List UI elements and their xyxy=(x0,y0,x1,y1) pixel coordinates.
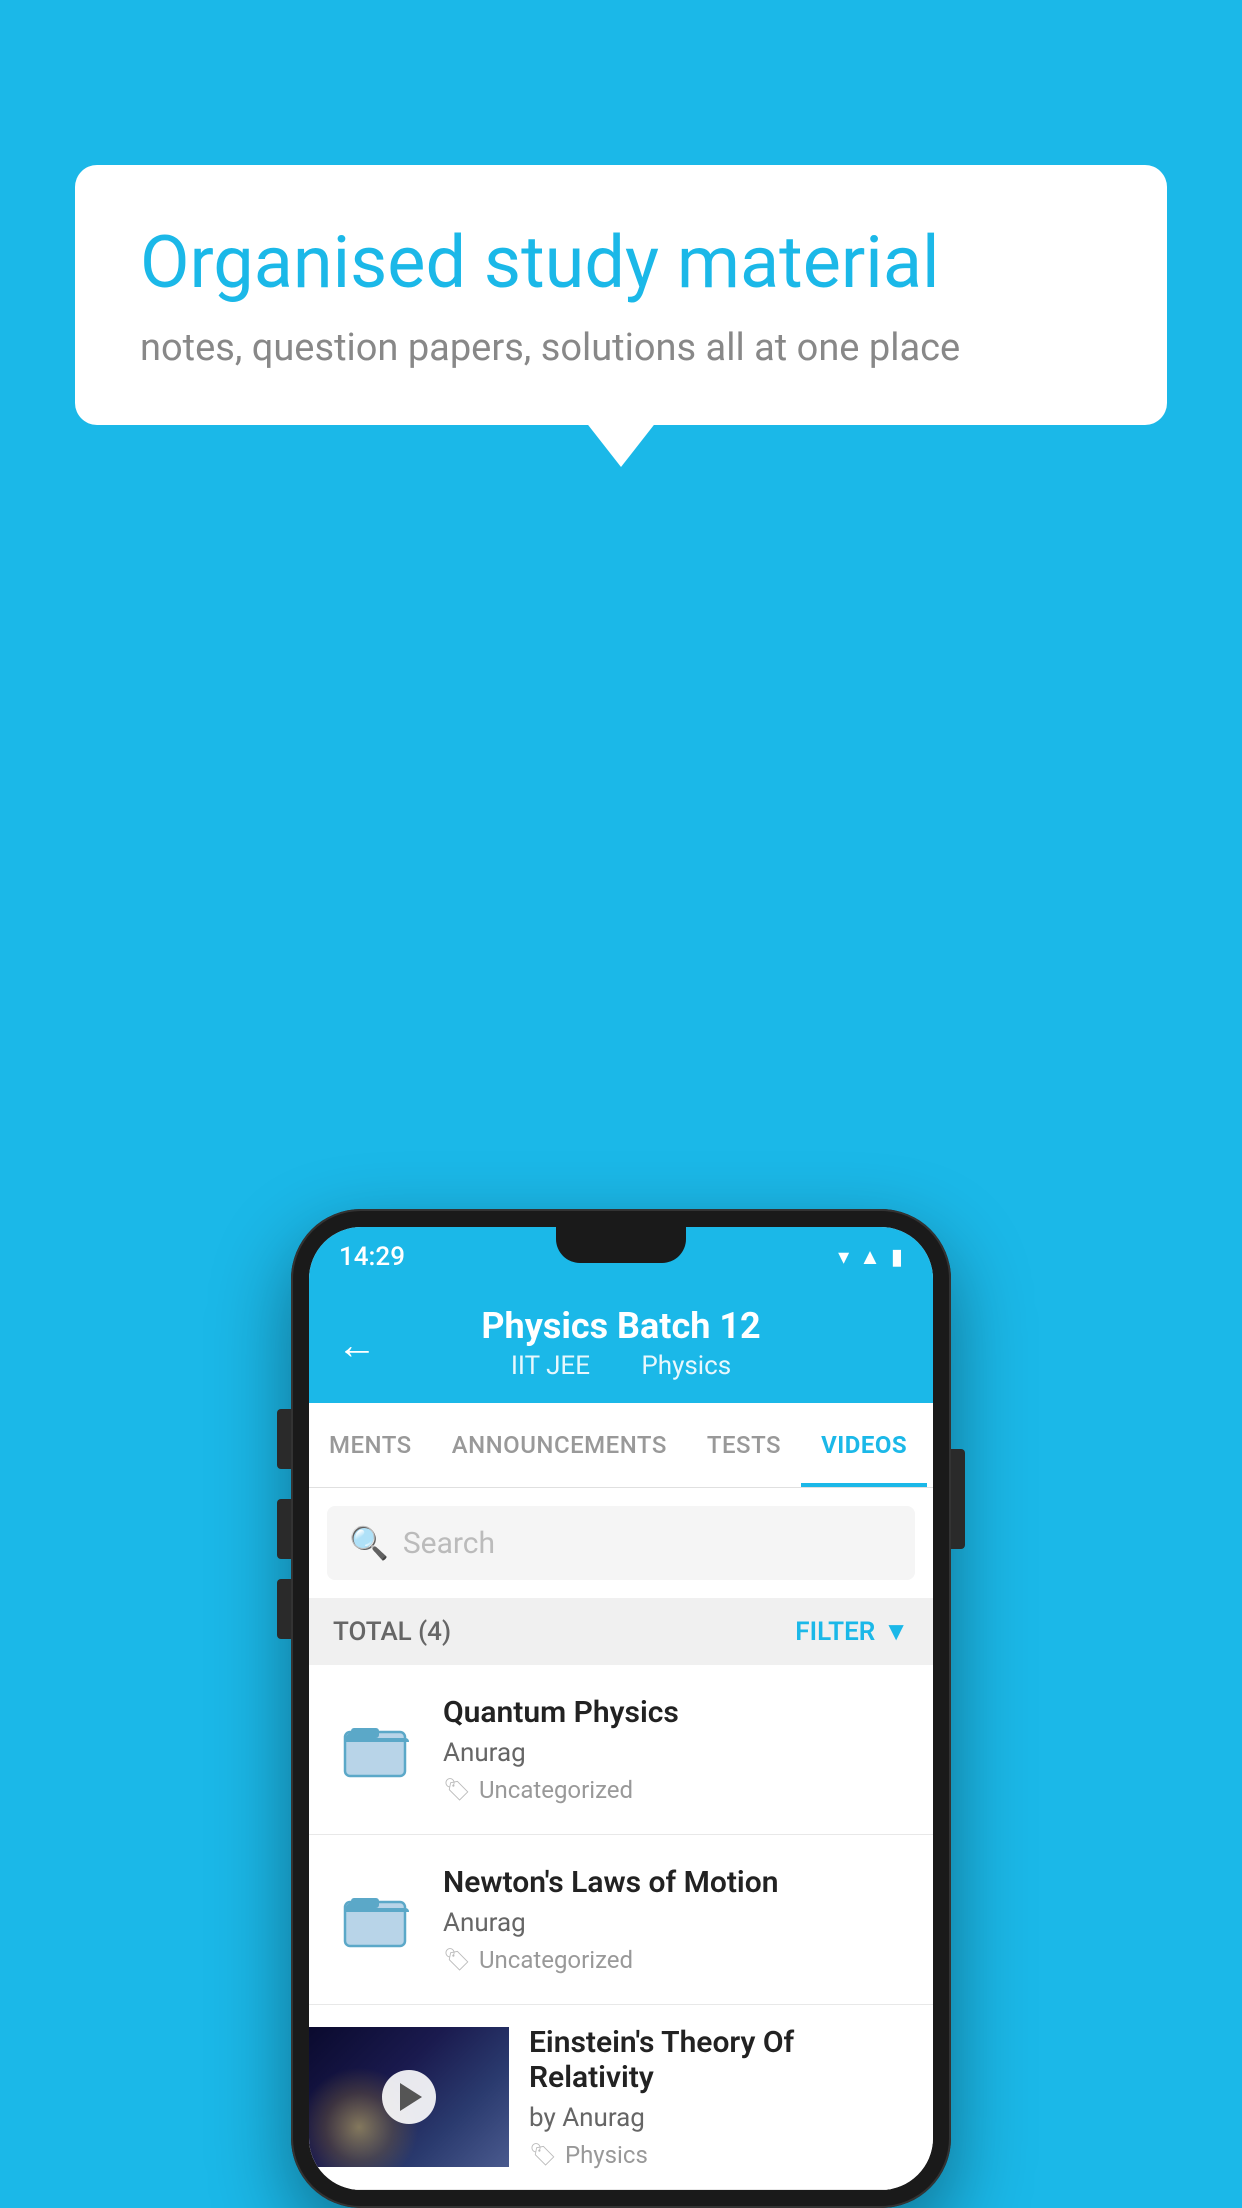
tab-ments[interactable]: MENTS xyxy=(309,1403,432,1487)
speech-bubble-container: Organised study material notes, question… xyxy=(75,165,1167,425)
subtitle-part2: Physics xyxy=(641,1351,731,1381)
speech-bubble-title: Organised study material xyxy=(140,220,1102,306)
back-button[interactable]: ← xyxy=(337,1322,377,1369)
phone-outer-shell: 14:29 ▾ ▲ ▮ ← Physics Batch 12 IIT JEE P… xyxy=(291,1209,951,2208)
video-info-2: Newton's Laws of Motion Anurag 🏷 Uncateg… xyxy=(443,1865,909,1974)
tag-label-2: Uncategorized xyxy=(479,1946,633,1974)
subtitle-part1: IIT JEE xyxy=(511,1351,590,1381)
video-item-1[interactable]: Quantum Physics Anurag 🏷 Uncategorized xyxy=(309,1665,933,1835)
video-tag-3: 🏷 Physics xyxy=(529,2141,913,2169)
video-thumbnail-3 xyxy=(309,2027,509,2167)
search-icon: 🔍 xyxy=(349,1524,389,1562)
video-title-1: Quantum Physics xyxy=(443,1695,909,1730)
video-author-3: by Anurag xyxy=(529,2103,913,2133)
wifi-icon: ▾ xyxy=(838,1245,849,1270)
video-info-1: Quantum Physics Anurag 🏷 Uncategorized xyxy=(443,1695,909,1804)
subtitle-separator xyxy=(612,1351,625,1381)
play-button-3[interactable] xyxy=(382,2070,436,2124)
video-item-3[interactable]: Einstein's Theory Of Relativity by Anura… xyxy=(309,2005,933,2190)
video-info-3: Einstein's Theory Of Relativity by Anura… xyxy=(509,2005,933,2189)
play-triangle-icon xyxy=(400,2083,422,2111)
tag-label-1: Uncategorized xyxy=(479,1776,633,1804)
tag-label-3: Physics xyxy=(565,2141,648,2169)
tab-announcements[interactable]: ANNOUNCEMENTS xyxy=(432,1403,687,1487)
status-icons: ▾ ▲ ▮ xyxy=(838,1244,903,1270)
tab-videos[interactable]: VIDEOS xyxy=(801,1403,927,1487)
search-placeholder: Search xyxy=(403,1526,495,1561)
video-tag-2: 🏷 Uncategorized xyxy=(443,1946,909,1974)
total-count: TOTAL (4) xyxy=(333,1617,451,1647)
tag-icon-1: 🏷 xyxy=(443,1778,471,1803)
video-author-2: Anurag xyxy=(443,1908,909,1938)
video-author-1: Anurag xyxy=(443,1738,909,1768)
phone-notch xyxy=(556,1227,686,1263)
video-tag-1: 🏷 Uncategorized xyxy=(443,1776,909,1804)
status-time: 14:29 xyxy=(339,1242,405,1272)
video-list: Quantum Physics Anurag 🏷 Uncategorized xyxy=(309,1665,933,2190)
speech-bubble-subtitle: notes, question papers, solutions all at… xyxy=(140,326,1102,370)
app-header-title: Physics Batch 12 xyxy=(339,1305,903,1347)
filter-icon: ▼ xyxy=(883,1616,909,1647)
video-title-3: Einstein's Theory Of Relativity xyxy=(529,2025,913,2095)
battery-icon: ▮ xyxy=(891,1245,903,1270)
tab-bar: MENTS ANNOUNCEMENTS TESTS VIDEOS xyxy=(309,1403,933,1488)
folder-icon-1 xyxy=(333,1706,421,1794)
phone-mockup: 14:29 ▾ ▲ ▮ ← Physics Batch 12 IIT JEE P… xyxy=(291,1209,951,2208)
phone-screen: 14:29 ▾ ▲ ▮ ← Physics Batch 12 IIT JEE P… xyxy=(309,1227,933,2190)
filter-button[interactable]: FILTER ▼ xyxy=(795,1616,909,1647)
app-header-subtitle: IIT JEE Physics xyxy=(339,1351,903,1381)
tag-icon-2: 🏷 xyxy=(443,1948,471,1973)
tab-tests[interactable]: TESTS xyxy=(687,1403,801,1487)
search-bar[interactable]: 🔍 Search xyxy=(327,1506,915,1580)
speech-bubble: Organised study material notes, question… xyxy=(75,165,1167,425)
filter-bar: TOTAL (4) FILTER ▼ xyxy=(309,1598,933,1665)
tag-icon-3: 🏷 xyxy=(529,2143,557,2168)
video-item-2[interactable]: Newton's Laws of Motion Anurag 🏷 Uncateg… xyxy=(309,1835,933,2005)
folder-icon-2 xyxy=(333,1876,421,1964)
video-title-2: Newton's Laws of Motion xyxy=(443,1865,909,1900)
filter-label: FILTER xyxy=(795,1617,875,1647)
signal-icon: ▲ xyxy=(859,1244,881,1270)
app-header: ← Physics Batch 12 IIT JEE Physics xyxy=(309,1287,933,1403)
